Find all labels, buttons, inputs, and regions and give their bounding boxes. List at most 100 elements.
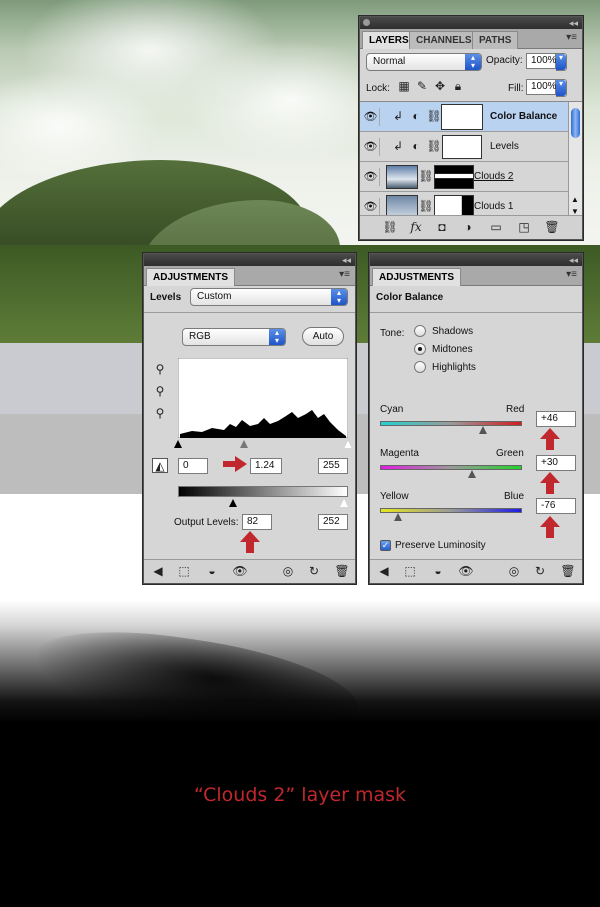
reset-icon[interactable]: ↻ [306,564,322,579]
auto-button[interactable]: Auto [302,327,344,346]
expand-view-icon[interactable]: ⬚ [176,564,192,579]
panel-titlebar[interactable]: ◂◂ [360,17,582,29]
radio-midtones[interactable] [414,343,426,355]
channel-select[interactable]: RGB ▴ ▾ [182,328,286,346]
view-previous-icon[interactable]: ◎ [506,564,522,579]
tab-adjustments[interactable]: ADJUSTMENTS [146,268,236,286]
lock-all-icon[interactable]: 🔒︎ [450,79,466,94]
input-white-slider[interactable] [344,440,352,448]
view-previous-icon[interactable]: ◎ [280,564,296,579]
preset-select[interactable]: Custom ▴ ▾ [190,288,348,306]
output-white-slider[interactable] [340,499,348,507]
preserve-luminosity-checkbox[interactable]: ✓ [380,540,391,551]
panel-menu-icon[interactable]: ▾≡ [566,269,577,280]
link-layers-icon[interactable]: ⛓︎ [382,220,398,235]
eye-icon[interactable]: 👁︎ [362,168,380,186]
eye-icon[interactable]: 👁︎ [458,564,474,579]
clip-to-layer-icon[interactable]: ◒ [204,564,220,579]
panel-menu-icon[interactable]: ▾≡ [339,269,350,280]
channel-value: RGB [189,331,211,342]
gray-eyedropper-icon[interactable]: ⚲ [152,384,168,399]
panel-titlebar[interactable]: ◂◂ [370,254,582,266]
clipping-warning-icon[interactable]: ◭ [152,458,168,473]
blend-mode-select[interactable]: Normal ▴ ▾ [366,53,482,71]
chain-link-icon[interactable]: ⛓︎ [418,169,434,184]
close-icon[interactable] [363,19,370,26]
output-slider[interactable] [178,499,348,507]
layer-thumbnail[interactable] [386,165,418,189]
fill-field[interactable]: 100% [526,79,557,95]
radio-highlights[interactable] [414,361,426,373]
tab-paths[interactable]: PATHS [472,31,519,49]
input-gamma-field[interactable]: 1.24 [250,458,282,474]
layers-scrollbar[interactable]: ▲ ▼ [568,102,582,218]
input-gamma-slider[interactable] [240,440,249,448]
scroll-thumb[interactable] [571,108,580,138]
yellow-blue-field[interactable]: -76 [536,498,576,514]
lock-position-icon[interactable]: ✥ [432,79,448,94]
layer-row-levels[interactable]: 👁︎ ↲ ◐ ⛓︎ Levels [360,132,568,162]
layer-row-color-balance[interactable]: 👁︎ ↲ ◐ ⛓︎ Color Balance [360,102,568,132]
output-black-field[interactable]: 82 [242,514,272,530]
layer-name: Clouds 2 [474,171,514,182]
eye-icon[interactable]: 👁︎ [362,138,380,156]
input-slider[interactable] [174,440,352,448]
output-white-field[interactable]: 252 [318,514,348,530]
layer-mask-thumbnail[interactable] [434,165,474,189]
radio-shadows[interactable] [414,325,426,337]
trash-icon[interactable]: 🗑︎ [544,220,560,235]
eye-icon[interactable]: 👁︎ [232,564,248,579]
yellow-blue-track[interactable] [380,508,522,521]
fx-icon[interactable]: fx [408,220,424,235]
lock-pixels-brush-icon[interactable]: ✎ [414,79,430,94]
trash-icon[interactable]: 🗑︎ [560,564,576,579]
collapse-icon[interactable]: ◂◂ [569,254,578,266]
cyan-red-thumb[interactable] [479,426,488,434]
tab-adjustments[interactable]: ADJUSTMENTS [372,268,462,286]
yellow-blue-thumb[interactable] [393,513,402,521]
opacity-field[interactable]: 100% [526,53,557,69]
select-arrows-icon: ▴ ▾ [331,289,347,305]
black-eyedropper-icon[interactable]: ⚲ [152,362,168,377]
opacity-dropdown[interactable]: ▾ [556,53,567,71]
layer-mask-thumbnail[interactable] [442,135,482,159]
trash-icon[interactable]: 🗑︎ [334,564,350,579]
back-arrow-icon[interactable]: ◀ [376,564,392,579]
input-black-field[interactable]: 0 [178,458,208,474]
white-eyedropper-icon[interactable]: ⚲ [152,406,168,421]
new-layer-icon[interactable]: ◳ [516,220,532,235]
chain-link-icon[interactable]: ⛓︎ [426,109,442,124]
input-white-field[interactable]: 255 [318,458,348,474]
panel-titlebar[interactable]: ◂◂ [144,254,355,266]
output-black-slider[interactable] [229,499,237,507]
expand-view-icon[interactable]: ⬚ [402,564,418,579]
magenta-green-track[interactable] [380,465,522,478]
back-arrow-icon[interactable]: ◀ [150,564,166,579]
divider [370,312,582,313]
collapse-icon[interactable]: ◂◂ [569,17,578,29]
add-mask-icon[interactable]: ◘ [434,220,450,235]
layer-mask-thumbnail[interactable] [441,104,483,130]
collapse-icon[interactable]: ◂◂ [342,254,351,266]
fill-dropdown[interactable]: ▾ [556,79,567,97]
tab-channels[interactable]: CHANNELS [409,31,479,49]
scroll-up-icon[interactable]: ▲ [571,195,579,204]
magenta-green-thumb[interactable] [468,470,476,478]
cyan-red-track[interactable] [380,421,522,434]
magenta-green-field[interactable]: +30 [536,455,576,471]
new-adjustment-icon[interactable]: ◑ [460,220,476,235]
eye-icon[interactable]: 👁︎ [362,198,380,216]
color-balance-adjustments-panel: ◂◂ ADJUSTMENTS ▾≡ Color Balance Tone: Sh… [369,253,583,584]
eye-icon[interactable]: 👁︎ [362,108,380,126]
chain-link-icon[interactable]: ⛓︎ [418,199,434,214]
clip-to-layer-icon[interactable]: ◒ [430,564,446,579]
lock-transparency-icon[interactable]: ▦ [396,79,412,94]
cyan-red-field[interactable]: +46 [536,411,576,427]
tab-layers[interactable]: LAYERS [362,31,416,49]
reset-icon[interactable]: ↻ [532,564,548,579]
folder-icon[interactable]: ▭ [488,220,504,235]
layer-row-clouds-2[interactable]: 👁︎ ⛓︎ Clouds 2 [360,162,568,192]
chain-link-icon[interactable]: ⛓︎ [426,139,442,154]
input-black-slider[interactable] [174,440,182,448]
panel-menu-icon[interactable]: ▾≡ [566,32,577,43]
